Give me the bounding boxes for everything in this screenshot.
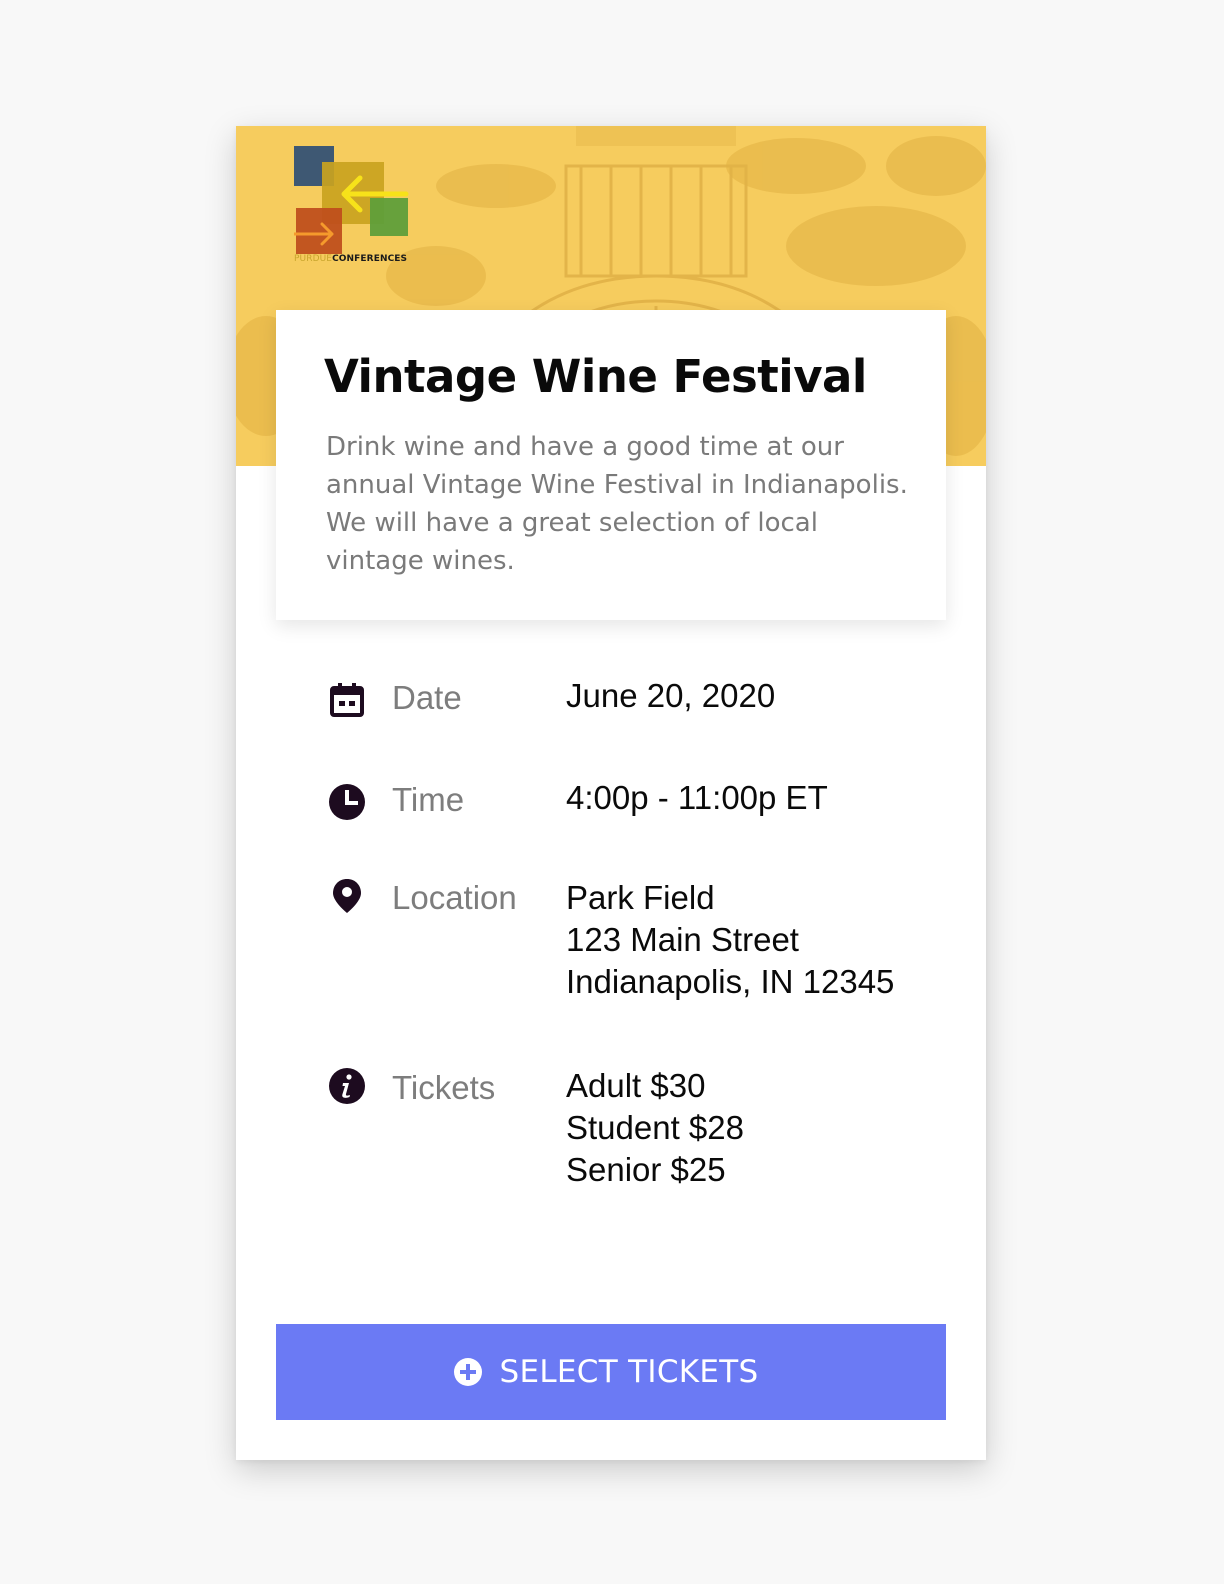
calendar-icon [330, 683, 364, 717]
location-city: Indianapolis, IN 12345 [566, 963, 895, 1000]
clock-icon [329, 784, 365, 820]
select-tickets-label: SELECT TICKETS [499, 1354, 759, 1390]
location-pin-icon [333, 879, 361, 913]
logo-wordmark: PURDUECONFERENCES [294, 254, 407, 264]
logo-word-purdue: PURDUE [294, 254, 333, 264]
tickets-value: Adult $30 Student $28 Senior $25 [566, 1065, 744, 1191]
time-value: 4:00p - 11:00p ET [566, 779, 828, 816]
select-tickets-button-content: SELECT TICKETS [276, 1324, 946, 1420]
location-venue: Park Field [566, 879, 715, 916]
event-summary-card: Vintage Wine Festival Drink wine and hav… [276, 310, 946, 620]
location-label: Location [392, 879, 517, 916]
time-label: Time [392, 781, 465, 818]
ticket-price-student: Student $28 [566, 1109, 744, 1146]
location-street: 123 Main Street [566, 921, 799, 958]
select-tickets-button[interactable]: SELECT TICKETS [276, 1324, 946, 1420]
ticket-price-adult: Adult $30 [566, 1067, 706, 1104]
event-description: Drink wine and have a good time at our a… [326, 432, 908, 576]
info-icon [329, 1068, 365, 1104]
date-value: June 20, 2020 [566, 677, 776, 714]
ticket-price-senior: Senior $25 [566, 1151, 726, 1188]
plus-circle-icon [454, 1358, 483, 1386]
event-title: Vintage Wine Festival [324, 350, 867, 403]
logo-word-conferences: CONFERENCES [332, 254, 408, 264]
date-label: Date [392, 679, 462, 716]
location-value: Park Field 123 Main Street Indianapolis,… [566, 877, 894, 1003]
event-card: PURDUECONFERENCES Vintage Wine Festival … [236, 126, 986, 1460]
tickets-label: Tickets [392, 1069, 496, 1106]
